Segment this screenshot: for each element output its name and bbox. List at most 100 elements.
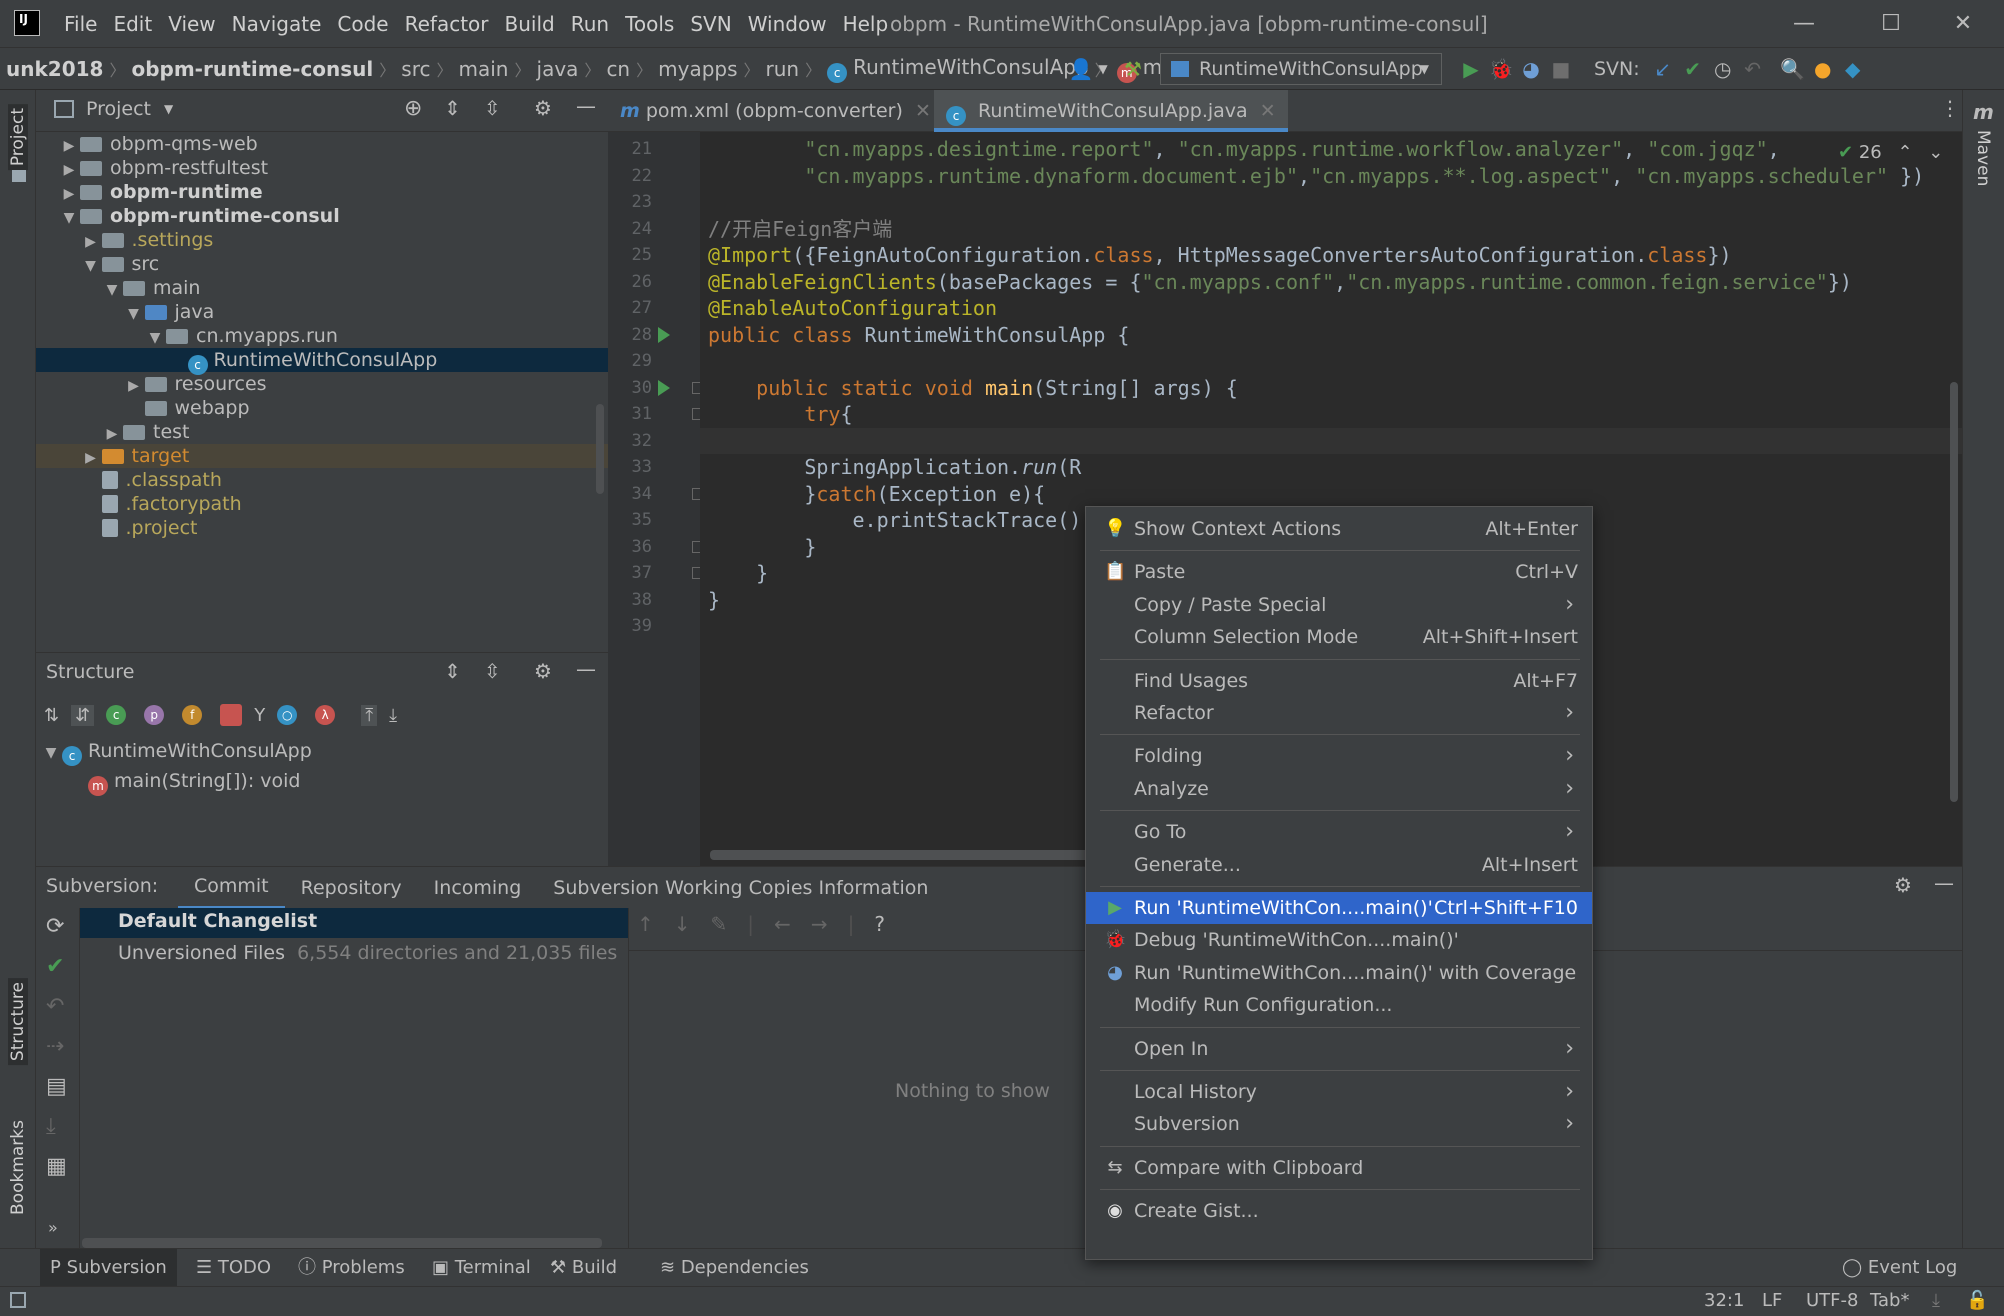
context-menu-item[interactable]: Local History › (1086, 1076, 1592, 1108)
tool-dependencies[interactable]: ≋ Dependencies (660, 1249, 809, 1287)
memory-indicator-icon[interactable]: ⤓ (1932, 1290, 1940, 1311)
tree-node[interactable]: ▶ target (36, 444, 608, 468)
tree-node[interactable]: c RuntimeWithConsulApp (36, 348, 608, 375)
breadcrumb-item[interactable]: obpm-runtime-consul (125, 57, 379, 81)
context-menu-item[interactable]: ▶ Run 'RuntimeWithCon....main()' Ctrl+Shif… (1086, 892, 1592, 924)
tree-node[interactable]: ▼ main (36, 276, 608, 300)
chevron-down-icon[interactable]: ▼ (123, 302, 145, 326)
menu-code[interactable]: Code (329, 0, 396, 48)
breadcrumb-item[interactable]: myapps (652, 57, 743, 81)
chevron-down-icon[interactable]: ▼ (101, 278, 123, 302)
tree-node[interactable]: webapp (36, 396, 608, 420)
collapse-all-icon[interactable]: ⇳ (484, 96, 501, 120)
project-panel-title[interactable]: Project (86, 98, 151, 120)
chevron-down-icon[interactable]: ⌄ (1928, 142, 1943, 163)
tree-node[interactable]: ▶ obpm-restfultest (36, 156, 608, 180)
tree-node[interactable]: .factorypath (36, 492, 608, 516)
tree-node[interactable]: ▼ obpm-runtime-consul (36, 204, 608, 228)
breadcrumb-item[interactable]: unk2018 (0, 57, 109, 81)
show-fields-icon[interactable]: f (182, 705, 203, 725)
chevron-down-icon[interactable]: ▼ (40, 738, 62, 768)
tree-node[interactable]: .project (36, 516, 608, 540)
show-anonymous-icon[interactable]: ○ (277, 705, 298, 725)
update-available-icon[interactable]: ● (1808, 57, 1838, 81)
menu-svn[interactable]: SVN (682, 0, 739, 48)
context-menu-item[interactable]: Modify Run Configuration... (1086, 989, 1592, 1021)
gear-icon[interactable]: ⚙ (1894, 873, 1912, 897)
svn-update-icon[interactable]: ↙ (1648, 57, 1678, 81)
history-icon[interactable]: ◷ (1708, 57, 1738, 81)
close-icon[interactable]: ✕ (1934, 0, 1992, 48)
context-menu-item[interactable]: Open In › (1086, 1033, 1592, 1065)
group-by-icon[interactable]: ▦ (46, 1154, 67, 1179)
menu-refactor[interactable]: Refactor (397, 0, 497, 48)
more-tabs-icon[interactable]: ⋮ (1940, 96, 1960, 120)
toggle-tool-windows-icon[interactable] (10, 1292, 26, 1308)
context-menu-item[interactable]: ⇆ Compare with Clipboard (1086, 1152, 1592, 1184)
structure-tool-button[interactable]: Structure (8, 978, 28, 1066)
menu-edit[interactable]: Edit (105, 0, 160, 48)
svn-tab-3[interactable]: Subversion Working Copies Information (537, 867, 944, 909)
context-menu-item[interactable]: Copy / Paste Special › (1086, 589, 1592, 621)
structure-class-node[interactable]: ▼ c RuntimeWithConsulApp (36, 736, 608, 766)
move-to-changelist-icon[interactable]: ⇢ (46, 1034, 64, 1059)
commit-check-icon[interactable]: ✔ (46, 954, 64, 979)
edit-icon[interactable]: ✎ (711, 912, 728, 936)
menu-help[interactable]: Help (835, 0, 897, 48)
chevron-down-icon[interactable]: ▼ (1096, 62, 1110, 76)
minimize-icon[interactable]: — (1775, 0, 1833, 48)
chevron-down-icon[interactable]: ▼ (58, 206, 80, 230)
context-menu-item[interactable]: ◉ Create Gist... (1086, 1195, 1592, 1227)
hide-panel-icon[interactable]: — (576, 94, 596, 118)
tool-subversion[interactable]: P Subversion (40, 1249, 177, 1287)
rollback-icon[interactable]: ↶ (46, 994, 64, 1019)
arrow-left-icon[interactable]: ← (774, 912, 791, 936)
context-menu-item[interactable]: 💡 Show Context Actions Alt+Enter (1086, 513, 1592, 545)
chevron-right-icon[interactable]: ▶ (101, 422, 123, 446)
tab-pom-xml[interactable]: m pom.xml (obpm-converter) ✕ (608, 90, 943, 132)
sort-alpha-icon[interactable]: ⇵ (71, 704, 95, 726)
svn-commit-icon[interactable]: ✔ (1678, 57, 1708, 81)
context-menu-item[interactable]: Find Usages Alt+F7 (1086, 665, 1592, 697)
chevron-down-icon[interactable]: ▼ (80, 254, 102, 278)
menu-build[interactable]: Build (497, 0, 563, 48)
context-menu-item[interactable]: Refactor › (1086, 697, 1592, 729)
close-icon[interactable]: ✕ (1260, 100, 1276, 122)
show-lambda-icon[interactable]: λ (315, 705, 336, 725)
show-non-public-icon[interactable] (220, 704, 243, 726)
user-icon[interactable]: 👤 (1066, 57, 1096, 81)
tool-build[interactable]: ⚒ Build (550, 1249, 617, 1287)
editor-scrollbar[interactable] (1950, 382, 1958, 802)
arrow-down-icon[interactable]: ↓ (674, 912, 691, 936)
plugin-icon[interactable]: ◆ (1838, 57, 1868, 81)
menu-window[interactable]: Window (740, 0, 835, 48)
expand-all-icon[interactable]: ⇕ (444, 659, 461, 683)
tree-node[interactable]: ▶ resources (36, 372, 608, 396)
indent-setting[interactable]: Tab* (1870, 1290, 1909, 1311)
show-properties-icon[interactable]: p (144, 705, 165, 725)
bookmarks-tool-button[interactable]: Bookmarks (8, 1120, 28, 1215)
menu-file[interactable]: File (56, 0, 105, 48)
rollback-icon[interactable]: ↶ (1738, 57, 1768, 81)
inspection-widget[interactable]: ✔ 26 ⌃ ⌄ (1838, 142, 1943, 163)
build-hammer-icon[interactable]: ⚒ (1118, 57, 1148, 81)
editor-gutter[interactable]: 21 22 23 24 25 26 27 28 29 30 31 32 33 34 35 36 37 38 39 (608, 132, 704, 866)
chevron-right-icon[interactable]: ▶ (80, 446, 102, 470)
menu-tools[interactable]: Tools (617, 0, 682, 48)
expand-all-icon[interactable]: ⇕ (444, 96, 461, 120)
run-gutter-icon[interactable] (658, 326, 670, 343)
collapse-all-icon[interactable]: ⇳ (484, 659, 501, 683)
tree-node[interactable]: ▼ src (36, 252, 608, 276)
autoscroll-from-source-icon[interactable]: ⤓ (389, 705, 397, 726)
maven-tool-button[interactable]: Maven (1973, 130, 1993, 186)
file-encoding[interactable]: UTF-8 (1806, 1290, 1858, 1311)
context-menu-item[interactable]: Subversion › (1086, 1108, 1592, 1140)
arrow-right-icon[interactable]: → (811, 912, 828, 936)
search-icon[interactable]: 🔍 (1778, 57, 1808, 81)
chevron-down-icon[interactable]: ▼ (144, 326, 166, 350)
tool-terminal[interactable]: ▣ Terminal (432, 1249, 531, 1287)
tree-node[interactable]: ▶ test (36, 420, 608, 444)
run-icon[interactable]: ▶ (1456, 57, 1486, 81)
svn-tab-1[interactable]: Repository (285, 867, 418, 909)
debug-icon[interactable]: 🐞 (1486, 57, 1516, 81)
